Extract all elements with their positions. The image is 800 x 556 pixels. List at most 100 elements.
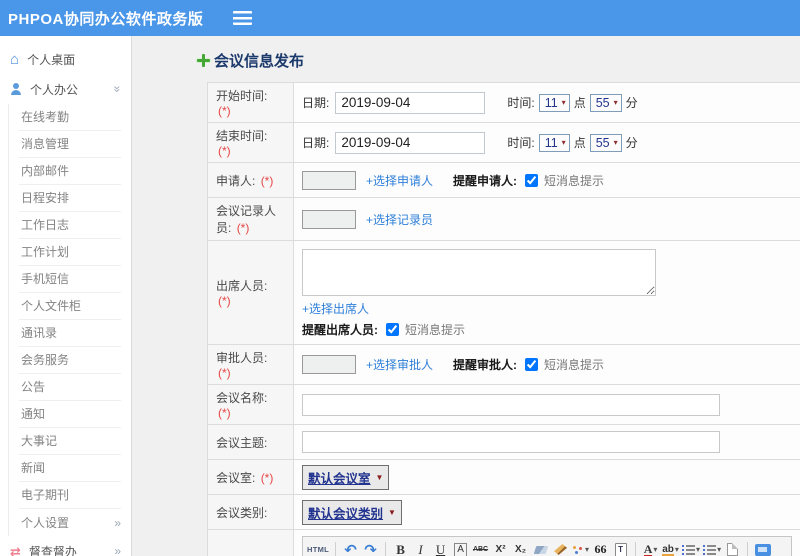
meeting-topic-input[interactable] <box>302 431 720 453</box>
redo-icon[interactable]: ↷ <box>362 540 379 556</box>
page-title: 会议信息发布 <box>197 50 800 71</box>
sidebar-item-label: 个人桌面 <box>27 52 76 67</box>
end-minute-select[interactable]: 55 ▾ <box>589 133 622 152</box>
end-hour-select[interactable]: 11 ▾ <box>538 133 570 152</box>
recorder-input[interactable] <box>302 209 356 229</box>
page-title-text: 会议信息发布 <box>214 53 305 70</box>
remind-attendees-label: 提醒出席人员: <box>302 323 378 337</box>
font-style-button[interactable]: A <box>454 542 467 556</box>
sidebar-submenu: 在线考勤 消息管理 内部邮件 日程安排 工作日志 工作计划 手机短信 个人文件柜… <box>8 104 131 536</box>
app-header: PHPOA协同办公软件政务版 <box>0 0 800 36</box>
pick-approver-link[interactable]: +选择审批人 <box>366 356 433 373</box>
start-minute-select[interactable]: 55 ▾ <box>589 93 622 112</box>
eraser-icon <box>533 545 548 554</box>
remind-approver-label: 提醒审批人: <box>453 358 518 372</box>
sidebar-item-work-plan[interactable]: 工作计划 <box>19 239 121 266</box>
sidebar-item-notice[interactable]: 通知 <box>19 401 121 428</box>
format-brush-button[interactable] <box>552 540 569 556</box>
form-row-end-time: 结束时间: (*) 日期: 时间: 11▾ 点 55▾ 分 <box>207 122 800 163</box>
meeting-name-input[interactable] <box>302 393 720 416</box>
end-time-label: 结束时间: (*) <box>207 122 294 163</box>
ordered-list-icon <box>682 544 696 555</box>
html-source-button[interactable]: HTML <box>307 540 329 556</box>
sidebar-item-personal-office[interactable]: 个人办公 » <box>0 74 131 104</box>
form-row-applicant: 申请人: (*) +选择申请人 提醒申请人: 短消息提示 <box>207 162 800 198</box>
start-hour-select[interactable]: 11 ▾ <box>538 93 570 112</box>
meeting-room-label: 会议室: (*) <box>207 459 294 495</box>
sidebar-item-message-management[interactable]: 消息管理 <box>19 131 121 158</box>
sidebar-item-supervision[interactable]: ⇄ 督查督办 » <box>0 536 131 556</box>
sidebar-item-announcement[interactable]: 公告 <box>19 374 121 401</box>
meeting-room-select[interactable]: 默认会议室 ▼ <box>302 464 390 490</box>
remind-approver-checkbox[interactable] <box>525 358 539 371</box>
bold-button[interactable]: B <box>392 540 409 556</box>
caret-down-icon: ▾ <box>613 138 618 147</box>
time-label: 时间: <box>507 136 535 150</box>
sidebar-item-internal-mail[interactable]: 内部邮件 <box>19 158 121 185</box>
unordered-list-icon <box>703 544 717 555</box>
subscript-button[interactable]: X₂ <box>512 540 529 556</box>
hour-unit: 点 <box>573 96 586 110</box>
italic-button[interactable]: I <box>412 540 429 556</box>
chevron-right-icon: » <box>114 515 121 530</box>
caret-down-icon: ▾ <box>613 98 618 107</box>
sidebar-item-label: 督查督办 <box>28 544 77 556</box>
sidebar-item-sms[interactable]: 手机短信 <box>19 266 121 293</box>
sidebar-item-contacts[interactable]: 通讯录 <box>19 320 121 347</box>
remind-attendees-checkbox[interactable] <box>386 323 399 336</box>
underline-button[interactable]: U <box>432 540 449 556</box>
sidebar-item-online-attendance[interactable]: 在线考勤 <box>19 104 121 131</box>
start-date-input[interactable] <box>335 91 486 114</box>
pick-recorder-link[interactable]: +选择记录员 <box>366 211 433 228</box>
paste-icon: T <box>614 542 627 556</box>
applicant-input[interactable] <box>302 170 356 190</box>
sidebar-item-schedule[interactable]: 日程安排 <box>19 185 121 212</box>
blockquote-button[interactable]: 66 <box>592 540 609 556</box>
new-page-button[interactable] <box>724 540 741 556</box>
highlight-color-button[interactable]: ab ▾ <box>662 540 679 556</box>
required-mark: (*) <box>218 104 231 118</box>
font-color-button[interactable]: A ▾ <box>642 540 659 556</box>
main-content: 会议信息发布 开始时间: (*) 日期: 时间: 11▾ 点 55▾ 分 结束时… <box>133 36 800 556</box>
meeting-category-select[interactable]: 默认会议类别 ▼ <box>302 499 402 525</box>
date-label: 日期: <box>302 136 330 150</box>
paste-as-text-button[interactable]: T <box>612 540 629 556</box>
remind-applicant-checkbox[interactable] <box>525 173 539 187</box>
caret-down-icon: ▾ <box>653 545 658 554</box>
hamburger-menu-icon[interactable] <box>233 11 253 25</box>
undo-icon[interactable]: ↶ <box>342 540 359 556</box>
sidebar-item-major-events[interactable]: 大事记 <box>19 428 121 455</box>
required-mark: (*) <box>260 173 274 188</box>
attendees-textarea[interactable] <box>302 249 656 296</box>
sidebar-item-e-journal[interactable]: 电子期刊 <box>19 482 121 509</box>
ordered-list-button[interactable]: ▾ <box>682 540 700 556</box>
color-dots-icon <box>572 544 584 555</box>
fullscreen-button[interactable] <box>754 540 771 556</box>
superscript-button[interactable]: X² <box>492 540 509 556</box>
time-label: 时间: <box>507 96 535 110</box>
sidebar-item-personal-file-cabinet[interactable]: 个人文件柜 <box>19 293 121 320</box>
emoticon-button[interactable]: ▾ <box>572 540 589 556</box>
strikethrough-button[interactable]: ABC <box>472 540 489 556</box>
caret-down-icon: ▾ <box>674 545 679 554</box>
approver-input[interactable] <box>302 355 356 374</box>
minute-unit: 分 <box>625 96 638 110</box>
unordered-list-button[interactable]: ▾ <box>703 540 721 556</box>
pick-attendees-link[interactable]: +选择出席人 <box>302 300 800 317</box>
person-icon <box>10 83 22 95</box>
toolbar-separator <box>747 541 749 556</box>
sidebar-item-work-log[interactable]: 工作日志 <box>19 212 121 239</box>
sidebar-item-meeting-services[interactable]: 会务服务 <box>19 347 121 374</box>
caret-down-icon: ▾ <box>561 138 566 147</box>
sidebar: ⌂ 个人桌面 个人办公 » 在线考勤 消息管理 内部邮件 日程安排 工作日志 工… <box>0 36 132 556</box>
pick-applicant-link[interactable]: +选择申请人 <box>366 172 433 189</box>
brush-icon <box>554 544 568 555</box>
end-date-input[interactable] <box>335 131 486 154</box>
form-row-attendees: 出席人员: (*) +选择出席人 提醒出席人员: 短消息提示 <box>207 240 800 345</box>
sidebar-item-personal-settings[interactable]: 个人设置 » <box>19 509 121 536</box>
sidebar-item-personal-desktop[interactable]: ⌂ 个人桌面 <box>0 44 131 74</box>
monitor-icon <box>754 543 771 556</box>
eraser-button[interactable] <box>532 540 549 556</box>
add-icon <box>197 54 210 67</box>
sidebar-item-news[interactable]: 新闻 <box>19 455 121 482</box>
